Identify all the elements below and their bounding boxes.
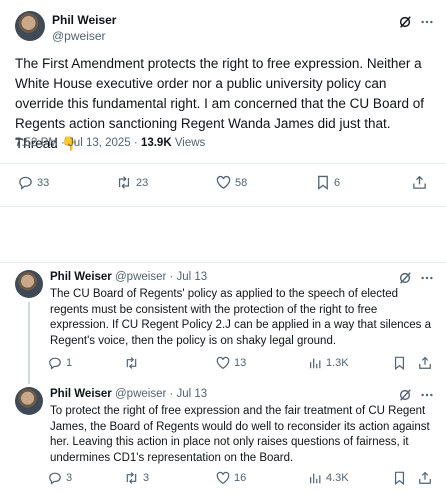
bookmark-icon xyxy=(318,175,328,190)
tweet-meta: 7:52 PM · Jul 13, 2025 · 13.9K Views xyxy=(15,137,205,149)
share-icon xyxy=(413,175,426,189)
share-icon xyxy=(419,356,431,369)
reply-count: 33 xyxy=(37,176,50,189)
like-count: 16 xyxy=(234,472,247,484)
author-name[interactable]: Phil Weiser xyxy=(52,13,116,27)
share-button[interactable] xyxy=(418,356,432,370)
grok-icon[interactable] xyxy=(398,271,412,285)
heart-icon xyxy=(216,471,230,484)
reply-button[interactable]: 1 xyxy=(48,356,72,370)
views-icon xyxy=(310,358,321,369)
share-button[interactable] xyxy=(418,471,432,485)
author-name[interactable]: Phil Weiser xyxy=(50,271,112,283)
divider xyxy=(0,206,446,207)
repost-icon xyxy=(126,357,137,369)
bookmark-count: 6 xyxy=(334,176,341,189)
heart-icon xyxy=(216,356,230,369)
divider xyxy=(0,163,446,164)
views-count: 1.3K xyxy=(326,357,349,369)
author-name[interactable]: Phil Weiser xyxy=(50,388,112,400)
share-icon xyxy=(419,471,431,484)
author-handle[interactable]: @pweiser xyxy=(52,29,106,43)
like-button[interactable]: 16 xyxy=(216,471,246,485)
repost-count: 23 xyxy=(136,176,149,189)
more-icon[interactable] xyxy=(420,15,434,29)
reply-icon xyxy=(49,357,61,370)
bookmark-button[interactable]: 6 xyxy=(316,175,340,190)
repost-button[interactable]: 23 xyxy=(116,175,148,190)
bookmark-button[interactable] xyxy=(393,471,406,485)
reply-header: Phil Weiser @pweiser · Jul 13 xyxy=(50,271,207,283)
more-icon[interactable] xyxy=(420,271,434,285)
views-button[interactable]: 4.3K xyxy=(308,471,349,485)
share-button[interactable] xyxy=(412,175,427,190)
bookmark-button[interactable] xyxy=(393,356,406,370)
avatar[interactable] xyxy=(15,11,45,41)
bookmark-icon xyxy=(394,471,405,485)
grok-icon[interactable] xyxy=(398,388,412,402)
like-count: 13 xyxy=(234,357,247,369)
repost-icon xyxy=(118,176,130,189)
bookmark-icon xyxy=(394,356,405,370)
thread-line xyxy=(28,302,30,384)
like-button[interactable]: 58 xyxy=(216,175,247,190)
reply-tweet[interactable]: Phil Weiser @pweiser · Jul 13 To protect… xyxy=(0,382,446,495)
tweet-timestamp[interactable]: 7:52 PM · Jul 13, 2025 · xyxy=(15,137,141,149)
reply-icon xyxy=(49,472,61,485)
views-button[interactable]: 1.3K xyxy=(308,356,349,370)
views-count: 13.9K xyxy=(140,137,172,149)
main-tweet: Phil Weiser @pweiser The First Amendment… xyxy=(0,0,446,240)
tweet-text: The CU Board of Regents' policy as appli… xyxy=(50,288,431,347)
reply-header: Phil Weiser @pweiser · Jul 13 xyxy=(50,388,207,400)
heart-icon xyxy=(216,175,231,189)
like-count: 58 xyxy=(235,176,248,189)
views-count: 4.3K xyxy=(326,472,349,484)
avatar[interactable] xyxy=(15,387,43,415)
repost-button[interactable] xyxy=(124,356,143,370)
reply-tweet[interactable]: Phil Weiser @pweiser · Jul 13 The CU Boa… xyxy=(0,262,446,384)
reply-button[interactable]: 33 xyxy=(18,175,49,190)
views-label: Views xyxy=(171,137,206,149)
tweet-text: To protect the right of free expression … xyxy=(50,405,430,464)
repost-count: 3 xyxy=(143,472,150,484)
divider xyxy=(0,262,446,263)
reply-count: 1 xyxy=(66,357,73,369)
reply-button[interactable]: 3 xyxy=(48,471,72,485)
more-icon[interactable] xyxy=(420,388,434,402)
grok-icon[interactable] xyxy=(398,15,412,29)
author-handle[interactable]: @pweiser · Jul 13 xyxy=(115,388,207,400)
reply-count: 3 xyxy=(66,472,73,484)
repost-icon xyxy=(126,472,137,484)
author-handle[interactable]: @pweiser · Jul 13 xyxy=(115,271,207,283)
repost-button[interactable]: 3 xyxy=(124,471,149,485)
views-icon xyxy=(310,473,321,484)
like-button[interactable]: 13 xyxy=(216,356,246,370)
avatar[interactable] xyxy=(15,270,43,298)
reply-icon xyxy=(19,176,32,190)
